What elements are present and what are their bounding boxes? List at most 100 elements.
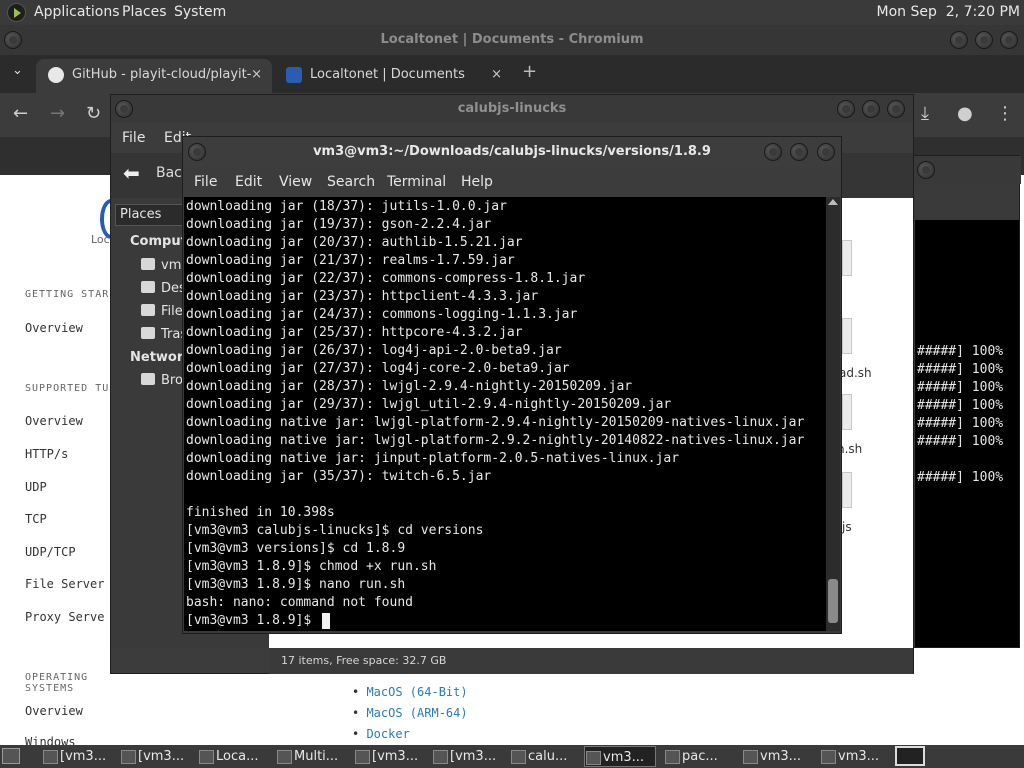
chromium-titlebar[interactable]: Localtonet | Documents - Chromium bbox=[0, 25, 1024, 55]
back-icon[interactable]: ← bbox=[13, 103, 28, 124]
titlebar[interactable]: vm3@vm3:~/Downloads/calubjs-linucks/vers… bbox=[183, 137, 841, 167]
terminal-output[interactable]: #####] 100% #####] 100% #####] 100% ####… bbox=[915, 220, 1019, 647]
menu-file[interactable]: File bbox=[194, 174, 217, 190]
minimize-button[interactable] bbox=[764, 143, 782, 161]
maximize-button[interactable] bbox=[862, 100, 880, 118]
taskbar-item-terminal[interactable]: [vm3... bbox=[432, 746, 500, 767]
terminal-line: [vm3@vm3 versions]$ cd 1.8.9 bbox=[186, 541, 406, 556]
taskbar-item-terminal[interactable]: vm3... bbox=[820, 746, 888, 767]
nav-item-overview[interactable]: Overview bbox=[25, 321, 83, 335]
terminal-line: downloading native jar: lwjgl-platform-2… bbox=[186, 415, 805, 430]
tab-close-icon[interactable]: × bbox=[251, 59, 262, 91]
scroll-up-arrow-icon[interactable] bbox=[828, 199, 838, 205]
distro-logo-icon[interactable] bbox=[7, 3, 26, 22]
terminal-output[interactable]: downloading jar (18/37): jutils-1.0.0.ja… bbox=[184, 197, 826, 631]
system-menu[interactable]: System bbox=[174, 4, 226, 20]
maximize-button[interactable] bbox=[790, 143, 808, 161]
taskbar-item-terminal[interactable]: vm3... bbox=[742, 746, 810, 767]
nav-item-proxy-server[interactable]: Proxy Serve bbox=[25, 610, 104, 624]
close-button[interactable] bbox=[887, 100, 905, 118]
applications-menu[interactable]: Applications bbox=[34, 4, 120, 20]
list-item[interactable]: MacOS (ARM-64) bbox=[352, 706, 467, 727]
places-menu[interactable]: Places bbox=[122, 4, 167, 20]
back-arrow-icon[interactable]: ⬅ bbox=[123, 161, 140, 185]
taskbar-item-chromium[interactable]: Loca... bbox=[198, 746, 266, 767]
terminal-line: [vm3@vm3 1.8.9]$ chmod +x run.sh bbox=[186, 559, 437, 574]
taskbar-item-package[interactable]: pac... bbox=[664, 746, 732, 767]
top-panel: Applications Places System Mon Sep 2, 7:… bbox=[0, 0, 1024, 25]
tab-label: Localtonet | Documents bbox=[310, 67, 465, 82]
maximize-button[interactable] bbox=[975, 31, 993, 49]
taskbar-item-terminal-active[interactable]: vm3... bbox=[584, 746, 656, 767]
menu-icon[interactable]: ⋮ bbox=[996, 103, 1014, 124]
forward-icon[interactable]: → bbox=[50, 103, 65, 124]
menu-file[interactable]: File bbox=[122, 130, 145, 146]
terminal-line: [vm3@vm3 1.8.9]$ nano run.sh bbox=[186, 577, 406, 592]
menu-search[interactable]: Search bbox=[327, 174, 375, 190]
window-menu-button[interactable] bbox=[917, 161, 935, 179]
window-title: Localtonet | Documents - Chromium bbox=[380, 32, 644, 47]
scrollbar-thumb[interactable] bbox=[828, 579, 838, 623]
status-text: 17 items, Free space: 32.7 GB bbox=[281, 654, 447, 667]
download-icon[interactable]: ⤓ bbox=[921, 103, 929, 124]
tab-localtonet[interactable]: Localtonet | Documents × bbox=[276, 59, 512, 93]
nav-item-overview[interactable]: Overview bbox=[25, 414, 83, 428]
taskbar-item-multi[interactable]: Multi... bbox=[276, 746, 344, 767]
os-list: MacOS (64-Bit) MacOS (ARM-64) Docker bbox=[352, 685, 467, 748]
taskbar-item-terminal[interactable]: [vm3... bbox=[120, 746, 188, 767]
file-icon[interactable] bbox=[842, 318, 852, 354]
reload-icon[interactable]: ↻ bbox=[86, 103, 101, 124]
terminal-window: vm3@vm3:~/Downloads/calubjs-linucks/vers… bbox=[182, 136, 842, 634]
show-desktop-button[interactable] bbox=[2, 748, 20, 764]
terminal-line: downloading jar (19/37): gson-2.2.4.jar bbox=[186, 217, 492, 232]
menu-edit[interactable]: Edit bbox=[235, 174, 262, 190]
clock[interactable]: Mon Sep 2, 7:20 PM bbox=[877, 4, 1020, 20]
nav-item-https[interactable]: HTTP/s bbox=[25, 447, 68, 461]
menu-view[interactable]: View bbox=[279, 174, 312, 190]
minimize-button[interactable] bbox=[837, 100, 855, 118]
trash-icon bbox=[141, 327, 155, 339]
background-terminal-window[interactable]: #####] 100% #####] 100% #####] 100% ####… bbox=[912, 155, 1021, 648]
taskbar-item-file-manager[interactable]: calu... bbox=[510, 746, 578, 767]
github-icon bbox=[48, 67, 64, 83]
menu-terminal[interactable]: Terminal bbox=[387, 174, 446, 190]
terminal-line: downloading jar (21/37): realms-1.7.59.j… bbox=[186, 253, 515, 268]
terminal-line: downloading jar (26/37): log4j-api-2.0-b… bbox=[186, 343, 562, 358]
nav-item-overview[interactable]: Overview bbox=[25, 704, 83, 718]
file-label[interactable]: ad.sh bbox=[839, 366, 872, 380]
file-icon[interactable] bbox=[842, 394, 852, 430]
file-label[interactable]: js bbox=[842, 520, 852, 534]
menu-help[interactable]: Help bbox=[461, 174, 493, 190]
nav-item-udp[interactable]: UDP bbox=[25, 480, 47, 494]
new-tab-button[interactable]: + bbox=[522, 61, 537, 82]
titlebar[interactable]: calubjs-linucks bbox=[111, 95, 913, 123]
nav-item-tcp[interactable]: TCP bbox=[25, 512, 47, 526]
text-cursor bbox=[322, 613, 330, 629]
workspace-switcher[interactable] bbox=[895, 746, 925, 766]
window-menu-button[interactable] bbox=[115, 100, 133, 118]
list-item[interactable]: MacOS (64-Bit) bbox=[352, 685, 467, 706]
close-button[interactable] bbox=[1000, 31, 1018, 49]
file-icon[interactable] bbox=[842, 240, 852, 276]
tab-label: GitHub - playit-cloud/playit- bbox=[72, 67, 252, 82]
file-icon[interactable] bbox=[842, 472, 852, 508]
minimize-button[interactable] bbox=[950, 31, 968, 49]
profile-icon[interactable]: ● bbox=[957, 103, 973, 124]
nav-item-udp-tcp[interactable]: UDP/TCP bbox=[25, 545, 76, 559]
tab-close-icon[interactable]: × bbox=[491, 59, 502, 91]
close-button[interactable] bbox=[817, 143, 835, 161]
tab-github[interactable]: GitHub - playit-cloud/playit- × bbox=[36, 59, 272, 93]
scrollbar[interactable] bbox=[826, 197, 840, 631]
window-menu-button[interactable] bbox=[4, 31, 22, 49]
window-menu-button[interactable] bbox=[188, 143, 206, 161]
terminal-line: bash: nano: command not found bbox=[186, 595, 413, 610]
tab-search-icon[interactable]: ⌄ bbox=[12, 63, 23, 78]
terminal-line: downloading jar (22/37): commons-compres… bbox=[186, 271, 586, 286]
bottom-taskbar: [vm3... [vm3... Loca... Multi... [vm3...… bbox=[0, 745, 1024, 768]
menubar: File Edit View Search Terminal Help bbox=[183, 167, 841, 197]
tab-strip: ⌄ GitHub - playit-cloud/playit- × Localt… bbox=[0, 55, 1024, 93]
taskbar-item-terminal[interactable]: [vm3... bbox=[42, 746, 110, 767]
nav-item-file-server[interactable]: File Server bbox=[25, 577, 104, 591]
taskbar-item-terminal[interactable]: [vm3... bbox=[354, 746, 422, 767]
terminal-line: downloading native jar: lwjgl-platform-2… bbox=[186, 433, 805, 448]
